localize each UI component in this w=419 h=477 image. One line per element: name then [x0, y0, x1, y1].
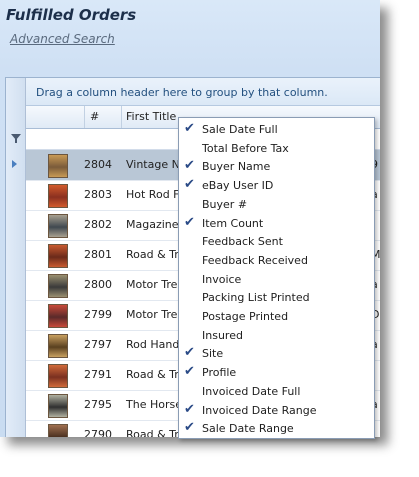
item-thumbnail [48, 214, 68, 238]
first-title-cell: Road & Tra [126, 368, 186, 381]
menu-item[interactable]: Feedback Received [179, 251, 374, 269]
order-number: 2795 [84, 398, 112, 411]
menu-item-label: Profile [202, 366, 237, 380]
menu-item-label: Total Before Tax [202, 141, 289, 155]
checkmark-icon: ✔ [184, 158, 195, 174]
checkmark-icon: ✔ [184, 121, 195, 136]
menu-item-label: Postage Printed [202, 310, 289, 323]
item-thumbnail [48, 364, 68, 388]
menu-item-label: Insured [202, 328, 243, 342]
menu-item[interactable]: ✔ Invoiced Date Range [179, 401, 374, 419]
item-thumbnail [48, 274, 68, 298]
menu-item[interactable]: Packing List Printed [179, 288, 374, 306]
menu-item[interactable]: Invoiced Date Full [179, 382, 374, 400]
order-number: 2800 [84, 278, 112, 291]
checkmark-icon: ✔ [184, 345, 195, 361]
order-number: 2802 [84, 218, 112, 231]
menu-item[interactable]: ✔ eBay User ID [179, 176, 374, 194]
item-thumbnail [48, 184, 68, 208]
menu-item-label: Invoiced Date Full [202, 384, 301, 398]
menu-item-label: Invoice [202, 272, 242, 286]
checkmark-icon: ✔ [184, 214, 195, 230]
menu-item-label: Buyer Name [202, 160, 271, 174]
group-by-panel[interactable]: Drag a column header here to group by th… [26, 78, 380, 106]
order-number: 2803 [84, 188, 112, 201]
first-title-cell: Motor Tren [126, 308, 185, 321]
column-chooser-menu: ✔ Sale Date Full Total Before Tax ✔ Buyer Na… [178, 117, 375, 439]
menu-item[interactable]: Postage Printed [179, 307, 374, 325]
menu-item[interactable]: ✔ Item Count [179, 214, 374, 232]
checkmark-icon: ✔ [184, 401, 195, 417]
menu-item[interactable]: Insured [179, 326, 374, 344]
item-thumbnail [48, 244, 68, 268]
advanced-search-link[interactable]: Advanced Search [10, 32, 115, 46]
current-row-arrow-icon [12, 160, 17, 168]
menu-item-label: Item Count [202, 216, 264, 230]
column-header-number[interactable]: # [84, 106, 122, 128]
menu-item[interactable]: ✔ Buyer Name [179, 157, 374, 175]
order-number: 2804 [84, 158, 112, 171]
order-number: 2801 [84, 248, 112, 261]
order-number: 2797 [84, 338, 112, 351]
menu-item[interactable]: ✔ Profile [179, 363, 374, 381]
row-indicator-column [6, 78, 26, 437]
order-number: 2790 [84, 428, 112, 437]
menu-item[interactable]: Buyer # [179, 195, 374, 213]
menu-item-label: Site [202, 347, 224, 361]
menu-item[interactable]: Invoice [179, 270, 374, 288]
checkmark-icon: ✔ [184, 420, 195, 436]
first-title-cell: The Horse [126, 398, 182, 411]
item-thumbnail [48, 334, 68, 358]
checkmark-icon: ✔ [184, 364, 195, 380]
menu-item[interactable]: ✔ Sale Date Full [179, 120, 374, 138]
menu-item-label: Buyer # [202, 197, 248, 211]
filter-icon-stem [15, 139, 17, 143]
first-title-cell: Road & Tra [126, 428, 186, 437]
item-thumbnail [48, 154, 68, 178]
item-thumbnail [48, 394, 68, 418]
order-number: 2799 [84, 308, 112, 321]
menu-item-label: Sale Date Range [202, 422, 294, 436]
menu-item-label: Feedback Received [202, 253, 308, 267]
menu-item[interactable]: ✔ Site [179, 344, 374, 362]
menu-item-label: Sale Date Full [202, 123, 278, 136]
first-title-cell: Road & Tra [126, 248, 186, 261]
menu-item-label: eBay User ID [202, 179, 274, 193]
item-thumbnail [48, 304, 68, 328]
menu-item[interactable]: ✔ Sale Date Range [179, 419, 374, 437]
first-title-cell: Hot Rod Fe [126, 188, 186, 201]
page-title: Fulfilled Orders [6, 6, 137, 24]
item-thumbnail [48, 424, 68, 437]
menu-item[interactable]: Total Before Tax [179, 139, 374, 157]
menu-item-label: Invoiced Date Range [202, 403, 317, 417]
column-header-thumbnail[interactable] [26, 106, 85, 128]
first-title-cell: Motor Tren [126, 278, 185, 291]
checkmark-icon: ✔ [184, 177, 195, 193]
order-number: 2791 [84, 368, 112, 381]
menu-item[interactable]: Feedback Sent [179, 232, 374, 250]
group-hint-text: Drag a column header here to group by th… [36, 86, 328, 99]
menu-item-label: Packing List Printed [202, 291, 310, 305]
menu-item-label: Feedback Sent [202, 235, 283, 249]
